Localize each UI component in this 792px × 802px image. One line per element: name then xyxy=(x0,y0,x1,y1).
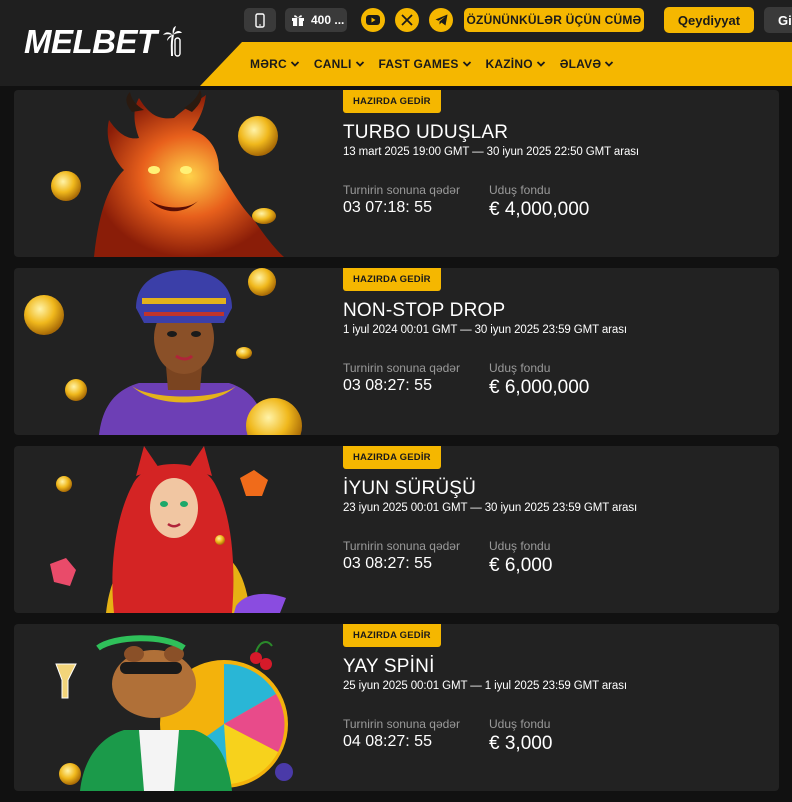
nav-item-more[interactable]: ƏLAVƏ xyxy=(560,57,615,71)
telegram-icon xyxy=(435,14,447,26)
tournament-card[interactable]: HAZIRDA GEDİR TURBO UDUŞLAR 13 mart 2025… xyxy=(14,90,779,257)
x-twitter-icon xyxy=(401,14,413,26)
nav-item-bets[interactable]: MƏRC xyxy=(250,57,300,71)
main-nav: MƏRC CANLI FAST GAMES KAZİNO ƏLAVƏ xyxy=(250,42,628,86)
gift-icon xyxy=(292,15,304,26)
time-left-label: Turnirin sonuna qədər xyxy=(343,361,460,375)
tournament-dates: 25 iyun 2025 00:01 GMT — 1 iyul 2025 23:… xyxy=(343,680,627,692)
tournament-card[interactable]: HAZIRDA GEDİR YAY SPİNİ 25 iyun 2025 00:… xyxy=(14,624,779,791)
tournament-dates: 13 mart 2025 19:00 GMT — 30 iyun 2025 22… xyxy=(343,146,639,158)
mobile-app-button[interactable] xyxy=(244,8,276,32)
status-badge: HAZIRDA GEDİR xyxy=(343,90,441,113)
chevron-down-icon xyxy=(536,61,545,67)
login-button[interactable]: Gi xyxy=(764,7,792,33)
bonus-button[interactable]: 400 ... xyxy=(285,8,347,32)
prize-fund-label: Uduş fondu xyxy=(489,717,551,731)
egyptian-queen-illustration xyxy=(24,268,302,435)
fire-dragon-illustration xyxy=(51,90,284,257)
youtube-link[interactable] xyxy=(361,8,385,32)
site-header: MELBET 400 ... ÖZÜNÜNKÜLƏR ÜÇÜN CÜMƏ Qey… xyxy=(0,0,792,86)
prize-fund-label: Uduş fondu xyxy=(489,183,551,197)
prize-fund-value: € 4,000,000 xyxy=(489,199,590,220)
top-bar: 400 ... ÖZÜNÜNKÜLƏR ÜÇÜN CÜMƏ Qeydiyyat … xyxy=(0,0,792,40)
tournament-dates: 1 iyul 2024 00:01 GMT — 30 iyun 2025 23:… xyxy=(343,324,627,336)
chevron-down-icon xyxy=(290,61,299,67)
prize-fund-value: € 6,000,000 xyxy=(489,377,590,398)
nav-label: CANLI xyxy=(313,57,352,71)
nav-label: FAST GAMES xyxy=(378,57,459,71)
time-left-value: 03 08:27: 55 xyxy=(343,555,432,572)
time-left-value: 03 07:18: 55 xyxy=(343,199,432,216)
chevron-down-icon xyxy=(605,61,614,67)
nav-item-fast-games[interactable]: FAST GAMES xyxy=(379,57,472,71)
chevron-down-icon xyxy=(462,61,471,67)
nav-item-live[interactable]: CANLI xyxy=(314,57,365,71)
telegram-link[interactable] xyxy=(429,8,453,32)
nav-label: KAZİNO xyxy=(485,57,533,71)
promo-button[interactable]: ÖZÜNÜNKÜLƏR ÜÇÜN CÜMƏ xyxy=(464,8,644,32)
x-twitter-link[interactable] xyxy=(395,8,419,32)
nav-label: ƏLAVƏ xyxy=(559,57,602,71)
prize-fund-value: € 6,000 xyxy=(489,555,553,576)
prize-fund-label: Uduş fondu xyxy=(489,361,551,375)
nav-label: MƏRC xyxy=(250,57,287,71)
tournament-dates: 23 iyun 2025 00:01 GMT — 30 iyun 2025 23… xyxy=(343,502,638,514)
status-badge: HAZIRDA GEDİR xyxy=(343,624,441,647)
tournament-card[interactable]: HAZIRDA GEDİR NON-STOP DROP 1 iyul 2024 … xyxy=(14,268,779,435)
time-left-value: 03 08:27: 55 xyxy=(343,377,432,394)
status-badge: HAZIRDA GEDİR xyxy=(343,268,441,291)
tournament-title[interactable]: TURBO UDUŞLAR xyxy=(343,122,508,144)
tournament-card[interactable]: HAZIRDA GEDİR İYUN SÜRÜŞÜ 23 iyun 2025 0… xyxy=(14,446,779,613)
time-left-value: 04 08:27: 55 xyxy=(343,733,432,750)
prize-fund-value: € 3,000 xyxy=(489,733,553,754)
time-left-label: Turnirin sonuna qədər xyxy=(343,717,460,731)
capybara-wheel-illustration xyxy=(55,635,293,791)
chevron-down-icon xyxy=(355,61,364,67)
nav-item-casino[interactable]: KAZİNO xyxy=(486,57,546,71)
mobile-phone-icon xyxy=(255,12,265,28)
prize-fund-label: Uduş fondu xyxy=(489,539,551,553)
status-badge: HAZIRDA GEDİR xyxy=(343,446,441,469)
tournament-title[interactable]: İYUN SÜRÜŞÜ xyxy=(343,478,476,500)
time-left-label: Turnirin sonuna qədər xyxy=(343,183,460,197)
time-left-label: Turnirin sonuna qədər xyxy=(343,539,460,553)
youtube-icon xyxy=(366,15,380,25)
fox-girl-illustration xyxy=(50,446,286,613)
bonus-label: 400 ... xyxy=(311,13,345,27)
register-button[interactable]: Qeydiyyat xyxy=(664,7,754,33)
tournament-title[interactable]: NON-STOP DROP xyxy=(343,300,505,322)
tournament-title[interactable]: YAY SPİNİ xyxy=(343,656,435,678)
